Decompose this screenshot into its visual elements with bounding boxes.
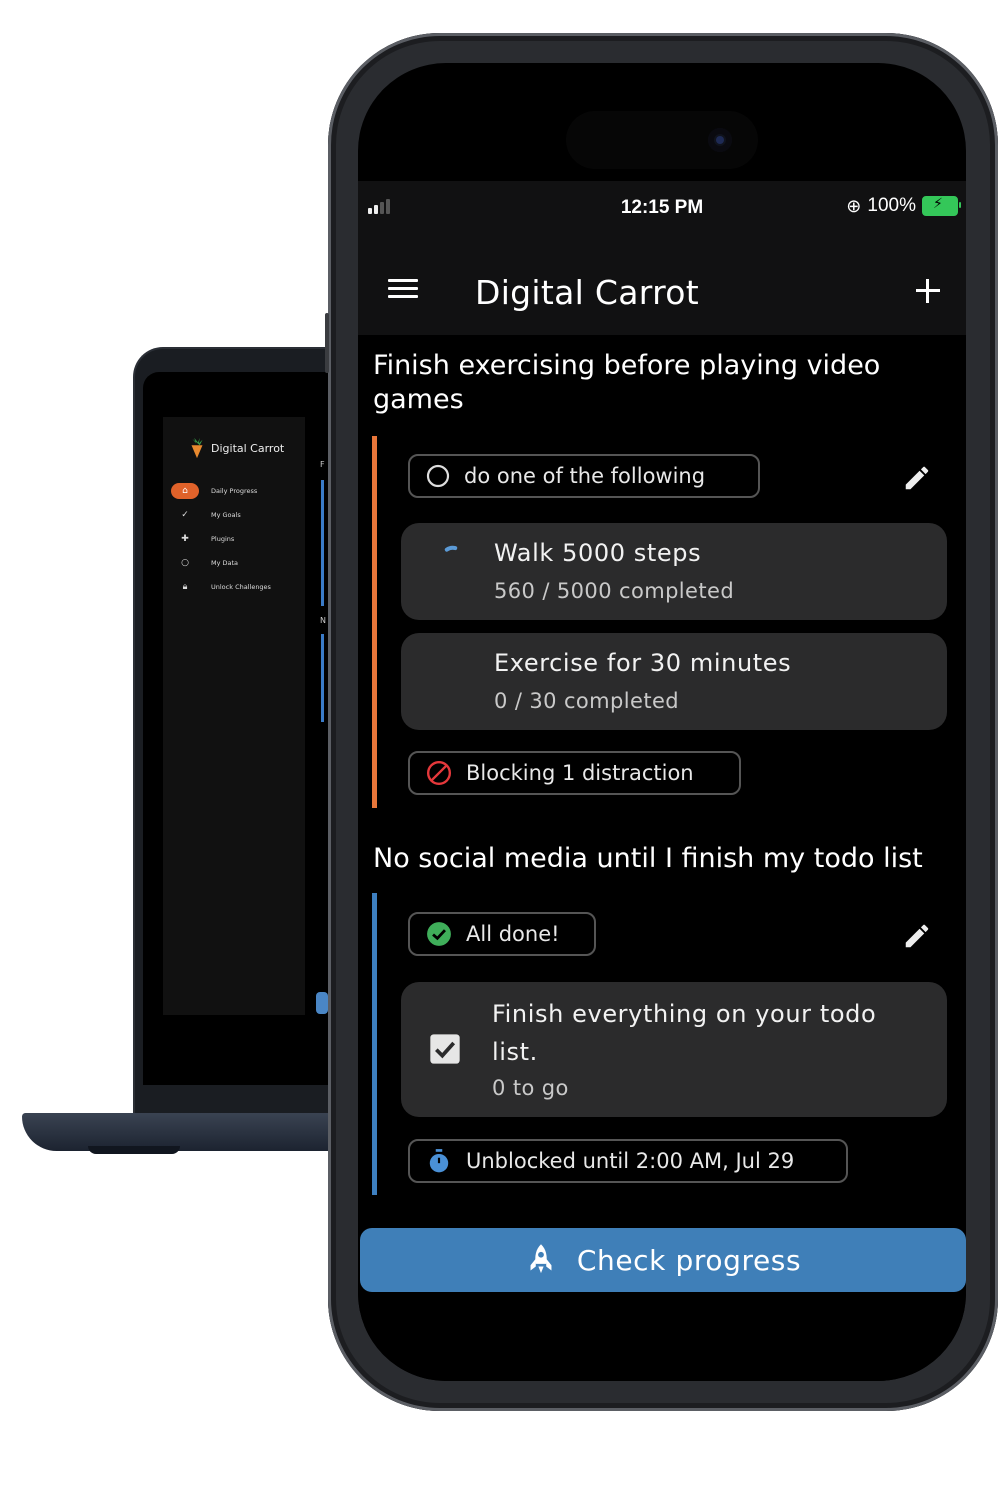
- hamburger-menu-icon[interactable]: [388, 279, 420, 301]
- laptop-base: [22, 1113, 362, 1151]
- battery-charging-icon: ⚡︎: [922, 195, 961, 216]
- phone-side-button: [325, 313, 329, 373]
- goal-accent-bar: [372, 893, 377, 1195]
- app-root: 12:15 PM ⊕ 100% ⚡︎ Digital Carrot Finish…: [358, 181, 966, 1381]
- app-bar: Digital Carrot: [358, 237, 966, 335]
- task-progress-text: 560 / 5000 completed: [494, 579, 735, 603]
- lock-icon: 🔒︎: [182, 582, 188, 592]
- add-goal-icon[interactable]: [916, 279, 940, 303]
- task-card[interactable]: Finish everything on your todo list. 0 t…: [401, 982, 947, 1117]
- unblocked-status-chip[interactable]: Unblocked until 2:00 AM, Jul 29: [408, 1139, 848, 1183]
- laptop-nav-label: Unlock Challenges: [211, 583, 271, 591]
- task-card[interactable]: Walk 5000 steps 560 / 5000 completed: [401, 523, 947, 620]
- laptop-nav-my-goals[interactable]: ✓ My Goals: [171, 507, 241, 523]
- phone-device: 12:15 PM ⊕ 100% ⚡︎ Digital Carrot Finish…: [325, 33, 998, 1411]
- goal-condition-chip[interactable]: do one of the following: [408, 454, 760, 498]
- laptop-goal-accent-bar: [321, 480, 324, 606]
- check-progress-button[interactable]: Check progress: [360, 1228, 966, 1292]
- app-title: Digital Carrot: [475, 273, 699, 312]
- condition-label: All done!: [466, 922, 560, 946]
- carrot-logo-icon: [191, 437, 203, 459]
- status-right: ⊕ 100% ⚡︎: [846, 195, 961, 217]
- goal-title[interactable]: No social media until I finish my todo l…: [373, 842, 933, 876]
- unblocked-label: Unblocked until 2:00 AM, Jul 29: [466, 1149, 795, 1173]
- progress-ring-icon: [444, 545, 458, 552]
- stopwatch-icon: [429, 1149, 449, 1173]
- check-progress-label: Check progress: [576, 1243, 802, 1277]
- laptop-nav-label: My Goals: [211, 511, 241, 519]
- laptop-nav-label: My Data: [211, 559, 239, 567]
- laptop-content-fragment: F: [320, 460, 325, 469]
- status-bar: 12:15 PM ⊕ 100% ⚡︎: [358, 181, 966, 237]
- blocking-label: Blocking 1 distraction: [466, 761, 694, 785]
- check-icon: ✓: [181, 510, 189, 520]
- check-circle-icon: [427, 922, 451, 946]
- laptop-nav-label: Plugins: [211, 535, 235, 543]
- task-title: Exercise for 30 minutes: [494, 649, 792, 677]
- rocket-icon: [530, 1244, 552, 1274]
- laptop-goal-accent-bar: [321, 634, 324, 722]
- laptop-base-lip: [88, 1146, 180, 1154]
- task-title-line2: list.: [492, 1038, 538, 1066]
- task-progress-text: 0 to go: [492, 1076, 569, 1100]
- task-card[interactable]: Exercise for 30 minutes 0 / 30 completed: [401, 633, 947, 730]
- dynamic-island: [566, 111, 758, 169]
- laptop-nav-plugins[interactable]: ✚ Plugins: [171, 531, 234, 547]
- laptop-logo: Digital Carrot: [189, 437, 284, 459]
- goal-title[interactable]: Finish exercising before playing video g…: [373, 349, 933, 417]
- laptop-nav-label: Daily Progress: [211, 487, 258, 495]
- condition-label: do one of the following: [464, 464, 706, 488]
- edit-pencil-icon[interactable]: [902, 463, 932, 493]
- blocking-status-chip[interactable]: Blocking 1 distraction: [408, 751, 741, 795]
- laptop-app-name: Digital Carrot: [211, 441, 285, 455]
- laptop-nav-unlock-challenges[interactable]: 🔒︎ Unlock Challenges: [171, 579, 271, 595]
- home-icon: ⌂: [171, 483, 199, 499]
- puzzle-icon: ✚: [181, 534, 189, 544]
- laptop-check-progress-button[interactable]: [316, 992, 328, 1014]
- orientation-lock-icon: ⊕: [846, 195, 862, 216]
- checkbox-checked-icon[interactable]: [429, 1033, 461, 1065]
- empty-circle-icon: [426, 464, 450, 488]
- laptop-nav-daily-progress[interactable]: ⌂ Daily Progress: [171, 483, 257, 499]
- block-icon: [426, 760, 452, 786]
- laptop-sidebar: Digital Carrot ⌂ Daily Progress ✓ My Goa…: [163, 417, 305, 1015]
- goal-condition-chip[interactable]: All done!: [408, 912, 596, 956]
- front-camera-icon: [708, 128, 732, 152]
- laptop-content-fragment: N: [320, 616, 326, 625]
- circle-icon: ○: [181, 558, 189, 568]
- task-title-line1: Finish everything on your todo: [492, 1000, 877, 1028]
- laptop-nav-my-data[interactable]: ○ My Data: [171, 555, 238, 571]
- goal-accent-bar: [372, 436, 377, 808]
- phone-screen: 12:15 PM ⊕ 100% ⚡︎ Digital Carrot Finish…: [358, 63, 966, 1381]
- edit-pencil-icon[interactable]: [902, 921, 932, 951]
- task-title: Walk 5000 steps: [494, 539, 702, 567]
- task-progress-text: 0 / 30 completed: [494, 689, 680, 713]
- battery-percent: 100%: [867, 195, 916, 216]
